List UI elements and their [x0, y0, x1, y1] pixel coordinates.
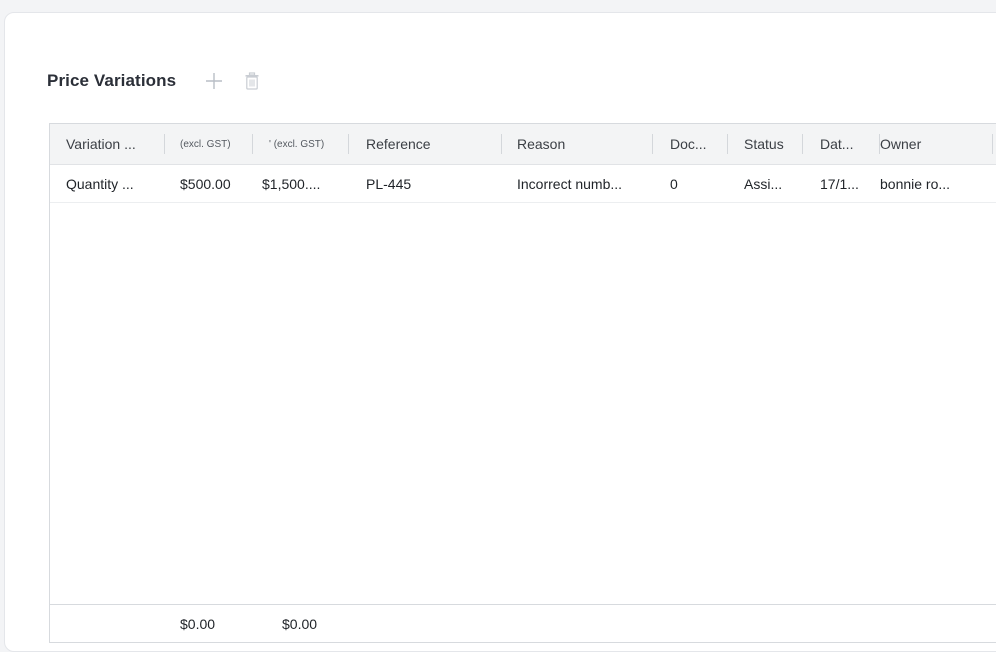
table-row[interactable]: Quantity ... $500.00 $1,500.... PL-445 I…	[50, 165, 996, 203]
column-resize-handle[interactable]	[252, 134, 253, 154]
trash-icon	[245, 72, 259, 90]
cell-reason: Incorrect numb...	[517, 176, 623, 192]
cell-owner: bonnie ro...	[880, 176, 951, 192]
grid-footer-totals: $0.00 $0.00	[50, 604, 996, 642]
column-resize-handle[interactable]	[727, 134, 728, 154]
grid-header: Variation ... (excl. GST) ' (excl. GST) …	[50, 124, 996, 165]
cell-reference: PL-445	[366, 176, 412, 192]
footer-amount-total: $0.00	[180, 615, 216, 632]
column-resize-handle[interactable]	[348, 134, 349, 154]
column-resize-handle[interactable]	[992, 134, 993, 154]
price-variations-card: Price Variations Variation ... (excl. GS…	[4, 12, 996, 652]
column-resize-handle[interactable]	[802, 134, 803, 154]
section-header: Price Variations	[47, 69, 264, 93]
column-header-reason[interactable]: Reason	[517, 124, 637, 164]
column-resize-handle[interactable]	[501, 134, 502, 154]
cell-total: $1,500....	[262, 176, 321, 192]
cell-variation: Quantity ...	[66, 176, 134, 192]
column-header-documents[interactable]: Doc...	[670, 124, 726, 164]
section-title: Price Variations	[47, 71, 177, 90]
cell-documents: 0	[670, 176, 678, 192]
add-variation-button[interactable]	[202, 69, 226, 93]
plus-icon	[206, 73, 223, 89]
cell-status: Assi...	[744, 176, 783, 192]
column-header-reference[interactable]: Reference	[366, 124, 496, 164]
cell-amount: $500.00	[180, 176, 231, 192]
delete-variation-button[interactable]	[240, 69, 264, 93]
column-header-amount[interactable]: (excl. GST)	[180, 124, 244, 164]
column-header-variation[interactable]: Variation ...	[66, 124, 162, 164]
column-header-status[interactable]: Status	[744, 124, 800, 164]
cell-date: 17/1...	[820, 176, 859, 192]
price-variations-grid: Variation ... (excl. GST) ' (excl. GST) …	[49, 123, 996, 643]
column-resize-handle[interactable]	[164, 134, 165, 154]
column-header-owner[interactable]: Owner	[880, 124, 990, 164]
footer-total-total: $0.00	[282, 615, 318, 632]
column-resize-handle[interactable]	[652, 134, 653, 154]
column-header-date[interactable]: Dat...	[820, 124, 870, 164]
column-header-total[interactable]: ' (excl. GST)	[269, 124, 349, 164]
